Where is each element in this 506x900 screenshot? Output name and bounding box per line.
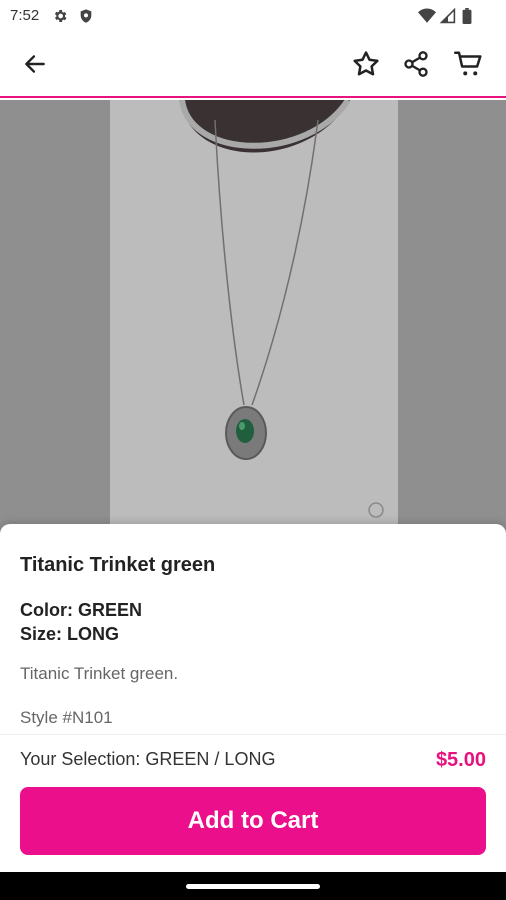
signal-icon: [439, 7, 456, 29]
cart-button[interactable]: [454, 49, 484, 79]
wifi-icon: [418, 8, 436, 29]
product-style-number: Style #N101: [20, 708, 113, 727]
divider: [0, 734, 506, 735]
battery-icon: [462, 8, 472, 29]
necklace-photo: [0, 100, 506, 540]
product-image[interactable]: [0, 100, 506, 540]
product-size: Size: LONG: [20, 624, 120, 644]
cart-icon: [454, 51, 482, 76]
product-title: Titanic Trinket green: [20, 554, 216, 576]
app-bar: [0, 32, 506, 98]
product-description: Titanic Trinket green.: [20, 664, 179, 683]
product-price: $5.00: [435, 749, 486, 771]
home-gesture-handle[interactable]: [186, 884, 320, 889]
share-icon: [404, 51, 428, 77]
add-to-cart-button[interactable]: Add to Cart: [20, 787, 486, 855]
share-button[interactable]: [401, 49, 431, 79]
shield-icon: [78, 8, 94, 29]
back-button[interactable]: [20, 49, 50, 79]
selection-summary: Your Selection: GREEN / LONG: [20, 749, 276, 769]
navigation-bar: [0, 872, 506, 900]
product-color: Color: GREEN: [20, 600, 143, 620]
gear-icon: [52, 8, 68, 29]
status-time: 7:52: [10, 7, 40, 24]
back-arrow-icon: [25, 55, 45, 73]
star-icon: [353, 51, 379, 76]
favorite-button[interactable]: [351, 49, 381, 79]
status-bar: 7:52: [0, 0, 506, 32]
product-details-sheet: Titanic Trinket green Color: GREEN Size:…: [0, 524, 506, 872]
